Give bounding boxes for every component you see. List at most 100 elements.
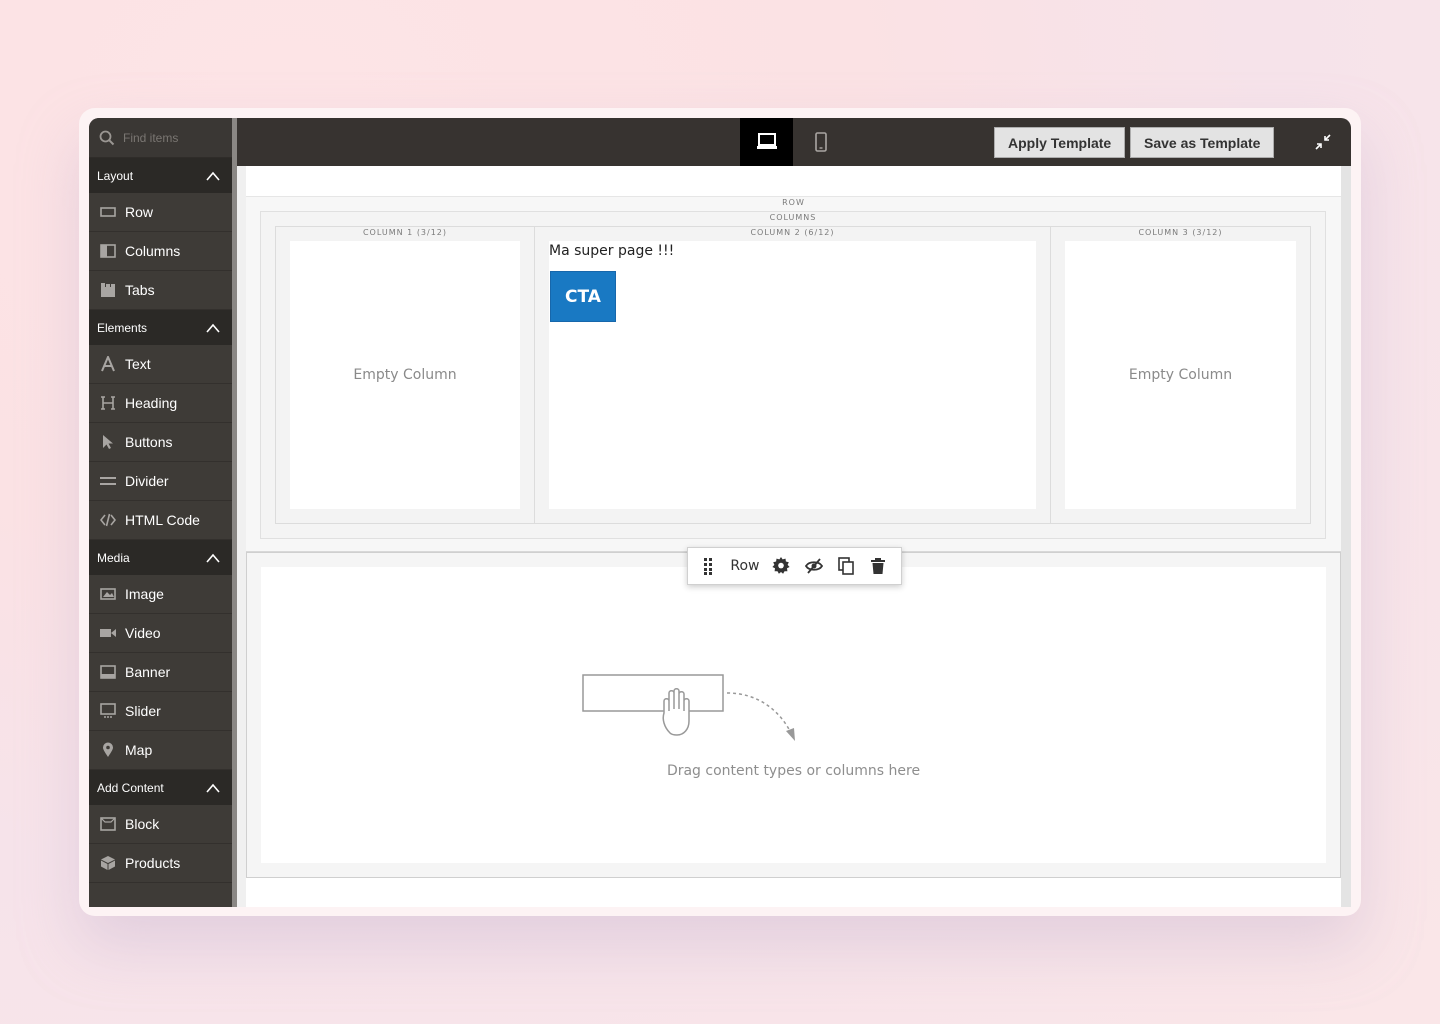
sidebar-item-tabs[interactable]: Tabs — [89, 271, 232, 310]
group-media[interactable]: Media — [89, 540, 232, 575]
sidebar-item-slider[interactable]: Slider — [89, 692, 232, 731]
sidebar-footer — [89, 883, 232, 907]
sidebar: Layout Row Columns Tabs Elements Text He… — [89, 118, 237, 907]
sidebar-item-label: Map — [125, 742, 153, 758]
video-icon — [99, 624, 117, 642]
sidebar-item-columns[interactable]: Columns — [89, 232, 232, 271]
row-dropzone[interactable]: Drag content types or columns here — [261, 567, 1326, 863]
sidebar-item-label: Row — [125, 204, 154, 220]
row-container[interactable]: ROW COLUMNS COLUMN 1 (3/12) Empty Column… — [246, 196, 1341, 552]
group-elements[interactable]: Elements — [89, 310, 232, 345]
sidebar-item-label: Buttons — [125, 434, 173, 450]
search-icon — [99, 130, 115, 145]
apply-template-button[interactable]: Apply Template — [994, 127, 1126, 158]
column-label: COLUMN 3 (3/12) — [1138, 228, 1223, 237]
heading-icon — [99, 394, 117, 412]
sidebar-item-video[interactable]: Video — [89, 614, 232, 653]
sidebar-item-label: Text — [125, 356, 151, 372]
sidebar-item-buttons[interactable]: Buttons — [89, 423, 232, 462]
columns-label: COLUMNS — [769, 213, 817, 222]
row-label: ROW — [782, 198, 805, 207]
slider-icon — [99, 702, 117, 720]
desktop-icon — [756, 133, 777, 149]
row-options-label: Row — [730, 558, 760, 574]
column-label: COLUMN 2 (6/12) — [750, 228, 835, 237]
code-icon — [99, 511, 117, 529]
sidebar-item-label: Image — [125, 586, 164, 602]
sidebar-item-divider[interactable]: Divider — [89, 462, 232, 501]
block-icon — [99, 815, 117, 833]
row-options-toolbar: Row — [687, 547, 902, 585]
mobile-view-button[interactable] — [794, 118, 847, 166]
empty-column-text: Empty Column — [1128, 367, 1233, 383]
sidebar-item-label: Slider — [125, 703, 161, 719]
sidebar-item-heading[interactable]: Heading — [89, 384, 232, 423]
sidebar-item-label: Banner — [125, 664, 171, 680]
collapse-icon[interactable] — [1315, 134, 1331, 150]
group-title: Layout — [97, 168, 134, 183]
move-handle-icon[interactable] — [698, 555, 717, 577]
image-icon — [99, 585, 117, 603]
save-as-template-button[interactable]: Save as Template — [1130, 127, 1275, 158]
banner-icon — [99, 663, 117, 681]
sidebar-item-label: Block — [125, 816, 160, 832]
chevron-up-icon — [206, 783, 220, 793]
drag-hand-illustration — [582, 674, 795, 741]
page-builder-app: Layout Row Columns Tabs Elements Text He… — [89, 118, 1351, 907]
search-bar — [89, 118, 232, 158]
chevron-up-icon — [206, 171, 220, 181]
sidebar-item-image[interactable]: Image — [89, 575, 232, 614]
row-icon — [99, 203, 117, 221]
desktop-view-button[interactable] — [740, 118, 793, 166]
search-input[interactable] — [123, 130, 223, 145]
sidebar-item-label: Heading — [125, 395, 178, 411]
cta-button[interactable]: CTA — [550, 271, 616, 322]
map-pin-icon — [99, 741, 117, 759]
drag-hint-text: Drag content types or columns here — [666, 763, 921, 779]
gear-icon[interactable] — [772, 555, 791, 577]
sidebar-item-map[interactable]: Map — [89, 731, 232, 770]
column-3[interactable]: COLUMN 3 (3/12) Empty Column — [1050, 226, 1311, 524]
column-dropzone[interactable]: Empty Column — [290, 241, 520, 509]
column-content[interactable]: Ma super page !!! CTA — [549, 241, 1036, 509]
duplicate-icon[interactable] — [836, 555, 855, 577]
sidebar-item-banner[interactable]: Banner — [89, 653, 232, 692]
column-label: COLUMN 1 (3/12) — [362, 228, 448, 237]
trash-icon[interactable] — [869, 555, 888, 577]
text-element[interactable]: Ma super page !!! — [549, 243, 674, 259]
text-icon — [99, 355, 117, 373]
group-title: Elements — [97, 320, 148, 335]
group-title: Add Content — [97, 780, 164, 795]
chevron-up-icon — [206, 323, 220, 333]
empty-column-text: Empty Column — [353, 367, 457, 383]
column-dropzone[interactable]: Empty Column — [1065, 241, 1296, 509]
sidebar-item-block[interactable]: Block — [89, 805, 232, 844]
sidebar-item-label: Divider — [125, 473, 169, 489]
sidebar-item-label: Video — [125, 625, 161, 641]
stage-canvas: ROW COLUMNS COLUMN 1 (3/12) Empty Column… — [246, 166, 1341, 907]
hide-eye-icon[interactable] — [804, 555, 823, 577]
sidebar-item-html-code[interactable]: HTML Code — [89, 501, 232, 540]
sidebar-item-label: Columns — [125, 243, 181, 259]
group-add-content[interactable]: Add Content — [89, 770, 232, 805]
chevron-up-icon — [206, 553, 220, 563]
divider-icon — [99, 472, 117, 490]
group-layout[interactable]: Layout — [89, 158, 232, 193]
sidebar-item-label: HTML Code — [125, 512, 200, 528]
columns-icon — [99, 242, 117, 260]
column-2[interactable]: COLUMN 2 (6/12) Ma super page !!! CTA — [534, 226, 1051, 524]
top-toolbar: Apply Template Save as Template — [237, 118, 1351, 166]
column-1[interactable]: COLUMN 1 (3/12) Empty Column — [275, 226, 535, 524]
products-icon — [99, 854, 117, 872]
sidebar-item-label: Tabs — [125, 282, 155, 298]
empty-row[interactable]: Drag content types or columns here Row — [246, 547, 1341, 878]
pointer-icon — [99, 433, 117, 451]
sidebar-item-text[interactable]: Text — [89, 345, 232, 384]
sidebar-item-row[interactable]: Row — [89, 193, 232, 232]
stage-scrollbar[interactable] — [1341, 166, 1351, 907]
tabs-icon — [99, 281, 117, 299]
sidebar-item-products[interactable]: Products — [89, 844, 232, 883]
mobile-icon — [814, 132, 827, 152]
group-title: Media — [97, 550, 130, 565]
columns-group[interactable]: COLUMNS COLUMN 1 (3/12) Empty Column COL… — [260, 211, 1326, 539]
